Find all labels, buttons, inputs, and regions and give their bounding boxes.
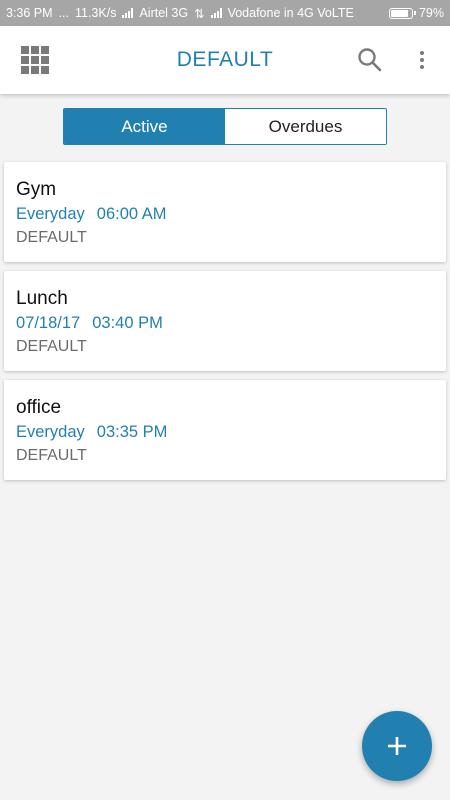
status-dots: ... — [58, 6, 69, 20]
status-bar: 3:36 PM ... 11.3K/s Airtel 3G ⇅ Vodafone… — [0, 0, 450, 26]
tab-switcher: Active Overdues — [63, 108, 387, 145]
grid-menu-icon[interactable] — [21, 46, 49, 74]
status-battery: 79% — [418, 6, 444, 20]
task-schedule: Everyday 06:00 AM — [16, 205, 167, 224]
more-vertical-icon[interactable] — [412, 46, 432, 74]
task-card[interactable]: office Everyday 03:35 PM DEFAULT — [4, 380, 446, 480]
task-time: 06:00 AM — [96, 205, 167, 223]
task-card[interactable]: Lunch 07/18/17 03:40 PM DEFAULT — [4, 271, 446, 371]
add-task-button[interactable] — [362, 711, 432, 781]
status-time: 3:36 PM — [6, 6, 53, 20]
task-time: 03:35 PM — [96, 423, 168, 441]
plus-icon — [388, 737, 406, 755]
battery-icon — [388, 7, 416, 19]
app-bar: DEFAULT — [0, 26, 450, 94]
status-carrier1: Airtel 3G — [139, 6, 189, 20]
task-time: 03:40 PM — [92, 314, 163, 332]
task-schedule: 07/18/17 03:40 PM — [16, 314, 163, 333]
task-schedule: Everyday 03:35 PM — [16, 423, 167, 442]
task-category: DEFAULT — [16, 447, 87, 464]
tab-active[interactable]: Active — [64, 109, 225, 144]
task-date: Everyday — [16, 205, 85, 223]
signal-icon-2 — [210, 8, 222, 18]
task-category: DEFAULT — [16, 338, 87, 355]
data-arrows-icon: ⇅ — [194, 6, 205, 21]
task-date: 07/18/17 — [16, 314, 81, 332]
task-title: Gym — [16, 179, 57, 200]
task-card[interactable]: Gym Everyday 06:00 AM DEFAULT — [4, 162, 446, 262]
task-title: office — [16, 397, 62, 418]
status-speed: 11.3K/s — [74, 6, 117, 20]
task-title: Lunch — [16, 288, 68, 309]
search-icon[interactable] — [356, 46, 384, 74]
status-carrier2: Vodafone in 4G VoLTE — [227, 6, 354, 20]
task-date: Everyday — [16, 423, 85, 441]
tab-overdues[interactable]: Overdues — [225, 109, 386, 144]
task-category: DEFAULT — [16, 229, 87, 246]
signal-icon — [122, 8, 134, 18]
